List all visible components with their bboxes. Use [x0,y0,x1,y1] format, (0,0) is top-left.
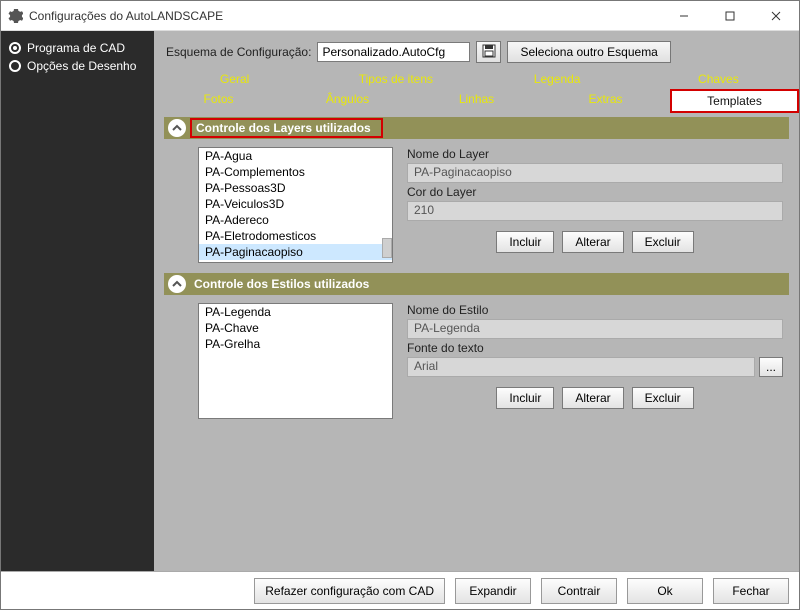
scheme-label: Esquema de Configuração: [166,45,311,59]
window-title: Configurações do AutoLANDSCAPE [29,9,661,23]
styles-list[interactable]: PA-Legenda PA-Chave PA-Grelha [198,303,393,419]
config-window: Configurações do AutoLANDSCAPE Programa … [0,0,800,610]
layers-panel: Controle dos Layers utilizados PA-Agua P… [164,117,789,265]
list-item[interactable]: PA-Veiculos3D [199,196,392,212]
sidebar-item-cad[interactable]: Programa de CAD [9,41,146,55]
minimize-button[interactable] [661,1,707,30]
floppy-icon [482,44,496,61]
gear-icon [7,8,23,24]
list-item[interactable]: PA-Complementos [199,164,392,180]
tab-fotos[interactable]: Fotos [154,89,283,113]
tabs-row-2: Fotos Ângulos Linhas Extras Templates [154,89,799,113]
sidebar-item-draw-options[interactable]: Opções de Desenho [9,59,146,73]
tab-extras[interactable]: Extras [541,89,670,113]
tab-legenda[interactable]: Legenda [477,69,638,89]
tabs-row-1: Geral Tipos de itens Legenda Chaves [154,69,799,89]
scheme-input[interactable] [317,42,470,62]
sidebar-item-label: Programa de CAD [27,41,125,55]
styles-panel-title: Controle dos Estilos utilizados [194,277,369,291]
list-item[interactable]: PA-Agua [199,148,392,164]
style-font-label: Fonte do texto [407,341,783,355]
tab-linhas[interactable]: Linhas [412,89,541,113]
contract-button[interactable]: Contrair [541,578,617,604]
ok-button[interactable]: Ok [627,578,703,604]
font-picker-button[interactable]: ... [759,357,783,377]
save-scheme-button[interactable] [476,41,501,63]
scrollbar-thumb[interactable] [382,238,392,258]
style-font-field[interactable]: Arial [407,357,755,377]
list-item[interactable]: PA-Pessoas3D [199,180,392,196]
titlebar: Configurações do AutoLANDSCAPE [1,1,799,31]
list-item[interactable]: PA-Adereco [199,212,392,228]
expand-button[interactable]: Expandir [455,578,531,604]
sidebar: Programa de CAD Opções de Desenho [1,31,154,571]
list-item[interactable]: PA-Legenda [199,304,392,320]
close-footer-button[interactable]: Fechar [713,578,789,604]
radio-icon [9,42,21,54]
style-include-button[interactable]: Incluir [496,387,554,409]
layer-include-button[interactable]: Incluir [496,231,554,253]
list-item[interactable]: PA-Eletrodomesticos [199,228,392,244]
sidebar-item-label: Opções de Desenho [27,59,136,73]
close-button[interactable] [753,1,799,30]
radio-icon [9,60,21,72]
footer: Refazer configuração com CAD Expandir Co… [1,571,799,609]
layer-color-label: Cor do Layer [407,185,783,199]
redo-cad-button[interactable]: Refazer configuração com CAD [254,578,445,604]
layer-alter-button[interactable]: Alterar [562,231,623,253]
content-area: Esquema de Configuração: Seleciona outro… [154,31,799,571]
list-item[interactable]: PA-Chave [199,320,392,336]
tab-chaves[interactable]: Chaves [638,69,799,89]
layer-name-field[interactable]: PA-Paginacaopiso [407,163,783,183]
layer-name-label: Nome do Layer [407,147,783,161]
tab-tipos[interactable]: Tipos de itens [315,69,476,89]
scheme-row: Esquema de Configuração: Seleciona outro… [154,31,799,69]
style-alter-button[interactable]: Alterar [562,387,623,409]
layers-list[interactable]: PA-Agua PA-Complementos PA-Pessoas3D PA-… [198,147,393,263]
layer-color-field[interactable]: 210 [407,201,783,221]
tab-angulos[interactable]: Ângulos [283,89,412,113]
style-name-field[interactable]: PA-Legenda [407,319,783,339]
collapse-icon[interactable] [168,275,186,293]
collapse-icon[interactable] [168,119,186,137]
maximize-button[interactable] [707,1,753,30]
list-item[interactable]: PA-Grelha [199,336,392,352]
tab-templates[interactable]: Templates [670,89,799,113]
style-exclude-button[interactable]: Excluir [632,387,694,409]
style-name-label: Nome do Estilo [407,303,783,317]
styles-panel: Controle dos Estilos utilizados PA-Legen… [164,273,789,421]
layer-exclude-button[interactable]: Excluir [632,231,694,253]
list-item[interactable]: PA-Paginacaopiso [199,244,392,260]
layers-panel-title: Controle dos Layers utilizados [190,118,383,138]
select-scheme-button[interactable]: Seleciona outro Esquema [507,41,670,63]
tab-geral[interactable]: Geral [154,69,315,89]
